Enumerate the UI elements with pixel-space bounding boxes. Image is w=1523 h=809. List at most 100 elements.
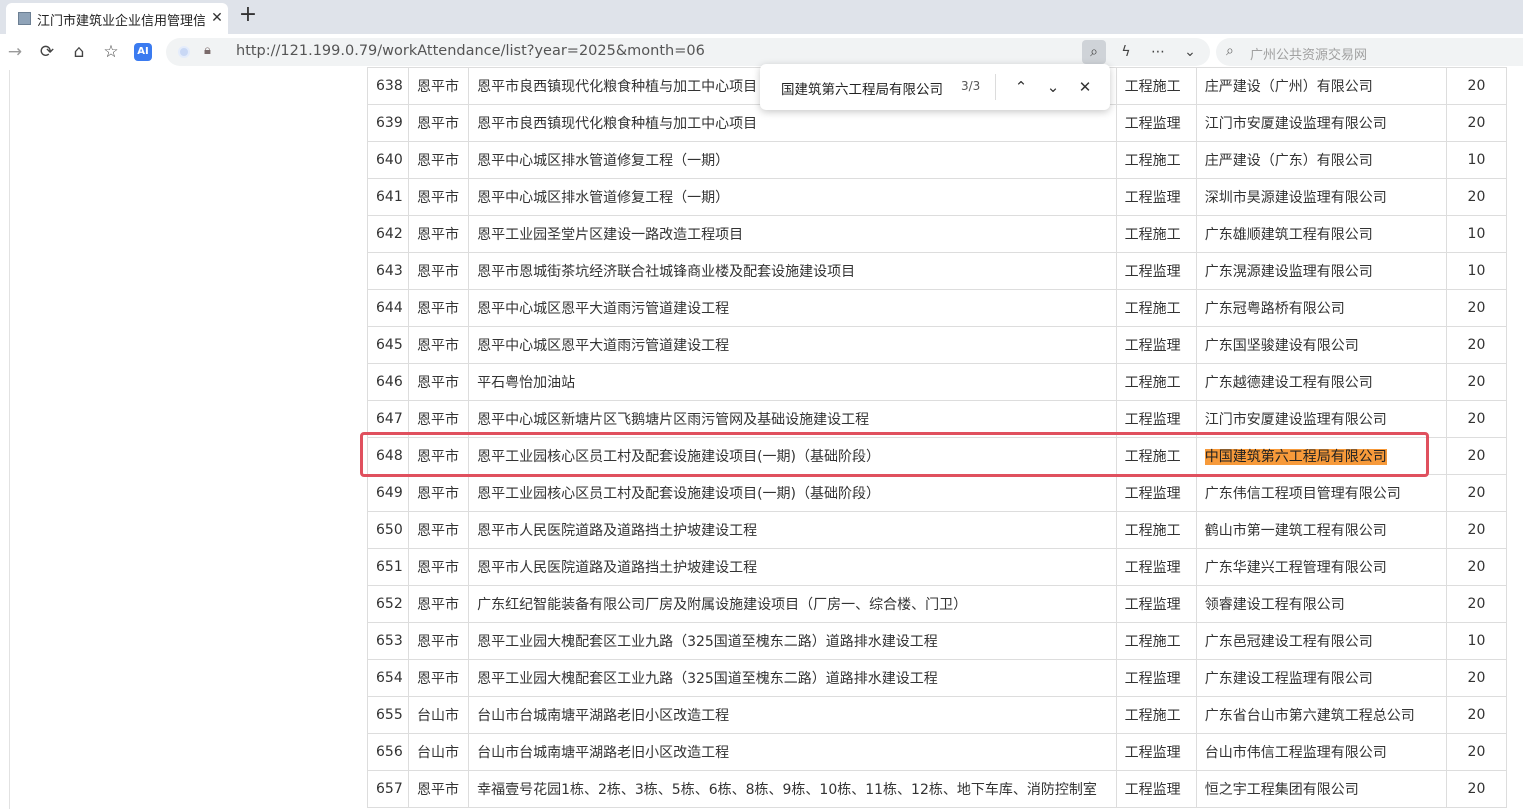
row-score: 10 [1445,215,1508,253]
new-tab-button[interactable]: + [238,3,258,27]
row-city: 恩平市 [408,770,470,808]
row-type: 工程监理 [1115,770,1197,808]
reload-icon[interactable]: ⟳ [36,41,58,63]
table-row: 641 恩平市 恩平中心城区排水管道修复工程（一期） 工程监理 深圳市昊源建设监理有限公… [366,178,1508,216]
row-city: 恩平市 [408,326,470,364]
row-company: 中国建筑第六工程局有限公司 [1195,437,1447,475]
row-score: 10 [1445,252,1508,290]
ai-assistant-icon[interactable]: AI [134,43,152,61]
row-city: 恩平市 [408,437,470,475]
favorites-icon[interactable]: ☆ [100,41,122,63]
row-project: 恩平中心城区恩平大道雨污管道建设工程 [468,326,1117,364]
row-type: 工程施工 [1115,363,1197,401]
table-row: 642 恩平市 恩平工业园圣堂片区建设一路改造工程项目 工程施工 广东雄顺建筑工程有限公… [366,215,1508,253]
find-in-page-icon[interactable]: ⌕ [1082,40,1106,64]
row-number: 651 [366,548,410,586]
row-city: 恩平市 [408,400,470,438]
row-project: 幸福壹号花园1栋、2栋、3栋、5栋、6栋、8栋、9栋、10栋、11栋、12栋、地… [468,770,1117,808]
row-score: 20 [1445,289,1508,327]
row-type: 工程监理 [1115,585,1197,623]
row-project: 恩平中心城区排水管道修复工程（一期） [468,141,1117,179]
row-project: 恩平市人民医院道路及道路挡土护坡建设工程 [468,548,1117,586]
row-type: 工程监理 [1115,326,1197,364]
row-score: 20 [1445,363,1508,401]
tab-strip: 江门市建筑业企业信用管理信息 ✕ + [0,0,1523,34]
row-number: 649 [366,474,410,512]
home-icon[interactable]: ⌂ [68,41,90,63]
row-city: 恩平市 [408,141,470,179]
row-project: 广东红纪智能装备有限公司厂房及附属设施建设项目（厂房一、综合楼、门卫） [468,585,1117,623]
chevron-down-icon[interactable]: ⌄ [1178,40,1202,64]
insecure-lock-icon[interactable]: 🔒︎ [204,43,211,58]
url-text[interactable]: http://121.199.0.79/workAttendance/list?… [236,43,705,59]
row-company: 广东滉源建设监理有限公司 [1195,252,1447,290]
row-score: 20 [1445,326,1508,364]
row-score: 20 [1445,548,1508,586]
row-number: 644 [366,289,410,327]
search-placeholder[interactable]: 广州公共资源交易网 [1250,44,1367,63]
row-type: 工程监理 [1115,400,1197,438]
lightning-icon[interactable]: ϟ [1114,40,1138,64]
shield-icon[interactable] [178,46,190,58]
row-project: 台山市台城南塘平湖路老旧小区改造工程 [468,696,1117,734]
row-score: 20 [1445,400,1508,438]
row-score: 20 [1445,178,1508,216]
row-city: 台山市 [408,696,470,734]
row-type: 工程施工 [1115,289,1197,327]
table-row: 640 恩平市 恩平中心城区排水管道修复工程（一期） 工程施工 庄严建设（广东）有限公司… [366,141,1508,179]
row-number: 641 [366,178,410,216]
address-bar[interactable]: 🔒︎ http://121.199.0.79/workAttendance/li… [166,38,1210,66]
table-row: 650 恩平市 恩平市人民医院道路及道路挡土护坡建设工程 工程施工 鹤山市第一建筑工程有… [366,511,1508,549]
row-number: 648 [366,437,410,475]
row-project: 恩平市人民医院道路及道路挡土护坡建设工程 [468,511,1117,549]
row-project: 恩平市良西镇现代化粮食种植与加工中心项目 [468,104,1117,142]
row-project: 恩平工业园核心区员工村及配套设施建设项目(一期)（基础阶段） [468,474,1117,512]
row-type: 工程施工 [1115,696,1197,734]
row-city: 恩平市 [408,104,470,142]
row-city: 恩平市 [408,363,470,401]
row-company: 鹤山市第一建筑工程有限公司 [1195,511,1447,549]
row-type: 工程施工 [1115,437,1197,475]
table-row: 656 台山市 台山市台城南塘平湖路老旧小区改造工程 工程监理 台山市伟信工程监理有限公… [366,733,1508,771]
row-company: 广东国坚骏建设有限公司 [1195,326,1447,364]
attendance-table: 638 恩平市 恩平市良西镇现代化粮食种植与加工中心项目 工程施工 庄严建设（广州）有限… [366,67,1508,808]
row-type: 工程监理 [1115,104,1197,142]
next-match-icon[interactable]: ⌄ [1042,76,1064,98]
row-city: 恩平市 [408,252,470,290]
row-number: 647 [366,400,410,438]
close-find-icon[interactable]: ✕ [1074,76,1096,98]
table-row: 654 恩平市 恩平工业园大槐配套区工业九路（325国道至槐东二路）道路排水建设工程… [366,659,1508,697]
row-project: 恩平工业园大槐配套区工业九路（325国道至槐东二路）道路排水建设工程 [468,622,1117,660]
row-number: 657 [366,770,410,808]
more-options-icon[interactable]: ⋯ [1146,40,1170,64]
row-project: 平石粤怡加油站 [468,363,1117,401]
row-project: 恩平市恩城街茶坑经济联合社城锋商业楼及配套设施建设项目 [468,252,1117,290]
find-query[interactable]: 国建筑第六工程局有限公司 [781,78,943,98]
row-score: 20 [1445,659,1508,697]
row-score: 20 [1445,104,1508,142]
search-box[interactable]: ⌕ 广州公共资源交易网 [1216,38,1523,66]
row-company: 深圳市昊源建设监理有限公司 [1195,178,1447,216]
find-bar: 国建筑第六工程局有限公司 3/3 ⌃ ⌄ ✕ [760,64,1110,110]
row-project: 恩平中心城区排水管道修复工程（一期） [468,178,1117,216]
row-number: 639 [366,104,410,142]
table-row: 657 恩平市 幸福壹号花园1栋、2栋、3栋、5栋、6栋、8栋、9栋、10栋、11栋… [366,770,1508,808]
table-row: 649 恩平市 恩平工业园核心区员工村及配套设施建设项目(一期)（基础阶段） 工程监理… [366,474,1508,512]
row-company: 广东越德建设工程有限公司 [1195,363,1447,401]
row-number: 646 [366,363,410,401]
close-tab-icon[interactable]: ✕ [209,9,225,27]
row-score: 20 [1445,437,1508,475]
table-row: 646 恩平市 平石粤怡加油站 工程施工 广东越德建设工程有限公司 20 [366,363,1508,401]
find-match-count: 3/3 [961,79,981,93]
row-score: 20 [1445,733,1508,771]
row-project: 恩平工业园核心区员工村及配套设施建设项目(一期)（基础阶段） [468,437,1117,475]
row-city: 恩平市 [408,215,470,253]
row-company: 广东伟信工程项目管理有限公司 [1195,474,1447,512]
row-score: 20 [1445,696,1508,734]
table-row: 653 恩平市 恩平工业园大槐配套区工业九路（325国道至槐东二路）道路排水建设工程… [366,622,1508,660]
browser-tab[interactable]: 江门市建筑业企业信用管理信息 ✕ [6,3,228,34]
table-row: 652 恩平市 广东红纪智能装备有限公司厂房及附属设施建设项目（厂房一、综合楼、门卫… [366,585,1508,623]
row-project: 恩平中心城区恩平大道雨污管道建设工程 [468,289,1117,327]
forward-arrow-icon[interactable]: → [4,41,26,63]
previous-match-icon[interactable]: ⌃ [1010,76,1032,98]
